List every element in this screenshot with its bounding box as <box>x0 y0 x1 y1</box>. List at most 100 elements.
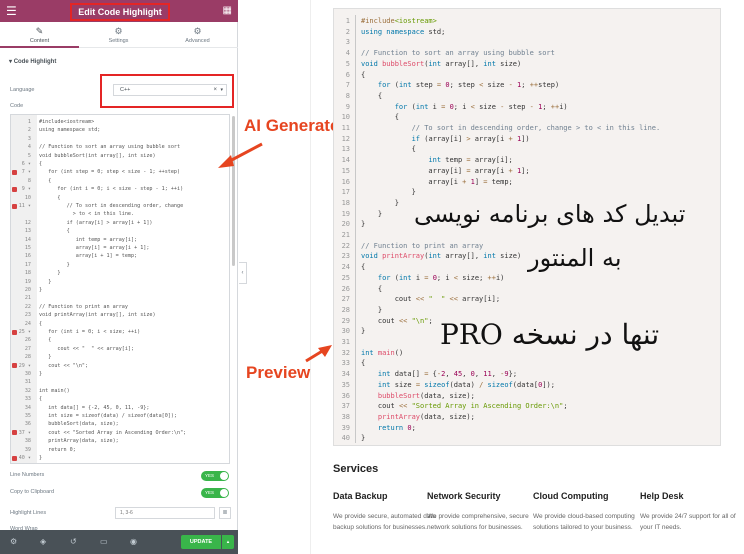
code-line[interactable]: 25 ▾ for (int i = 0; i < size; ++i) <box>11 328 229 336</box>
preview-code-text: // Function to sort an array using bubbl… <box>361 49 555 58</box>
preview-code-line: 12 if (array[i] > array[i + 1]) <box>334 134 720 145</box>
code-line[interactable]: 12 if (array[i] > array[i + 1]) <box>11 219 229 227</box>
dynamic-tags-icon[interactable]: ≣ <box>219 507 231 519</box>
hamburger-menu-icon[interactable]: ☰ <box>6 4 17 18</box>
preview-code-text: { <box>361 359 366 368</box>
highlight-lines-input[interactable] <box>115 507 215 519</box>
layers-icon[interactable]: ◈ <box>40 536 46 548</box>
code-line[interactable]: 34 int data[] = {-2, 45, 0, 11, -9}; <box>11 404 229 412</box>
code-line[interactable]: 32 int main() <box>11 387 229 395</box>
preview-code-text: { <box>361 284 383 293</box>
code-line[interactable]: 40 ▾} <box>11 454 229 462</box>
collapse-panel-icon[interactable]: ‹ <box>239 262 247 284</box>
settings-icon[interactable]: ⚙ <box>10 536 17 548</box>
code-line[interactable]: 17 } <box>11 261 229 269</box>
code-line[interactable]: 35 int size = sizeof(data) / sizeof(data… <box>11 412 229 420</box>
service-title: Cloud Computing <box>533 491 609 501</box>
code-line[interactable]: 21 <box>11 294 229 302</box>
code-line[interactable]: 30} <box>11 370 229 378</box>
panel-scrollbar[interactable] <box>232 116 235 266</box>
update-button[interactable]: UPDATE <box>181 535 221 549</box>
clear-icon[interactable]: × <box>213 85 217 95</box>
persian-text-line3: تنها در نسخه PRO <box>440 318 660 351</box>
tab-settings[interactable]: ⚙ Settings <box>79 22 158 48</box>
copy-clipboard-toggle[interactable]: YES <box>201 488 229 498</box>
preview-code-text: int size = sizeof(data) / sizeof(data[0]… <box>377 380 555 389</box>
service-cloud-computing: Cloud Computing We provide cloud-based c… <box>533 490 637 533</box>
preview-eye-icon[interactable]: ◉ <box>130 536 137 548</box>
line-number: 40 ▾ <box>18 455 31 461</box>
language-value: C++ <box>120 87 131 93</box>
language-select[interactable]: C++ × ▾ <box>113 84 227 96</box>
code-line[interactable]: 6 ▾ { <box>11 160 229 168</box>
code-line[interactable]: 15 array[i] = array[i + 1]; <box>11 244 229 252</box>
history-icon[interactable]: ↺ <box>70 536 77 548</box>
preview-line-number: 11 <box>341 124 350 132</box>
line-number: 10 <box>24 194 31 201</box>
responsive-icon[interactable]: ▭ <box>100 536 108 548</box>
line-number: 22 <box>24 303 31 310</box>
code-text: { <box>39 337 52 344</box>
code-line[interactable]: 18 } <box>11 269 229 277</box>
code-line[interactable]: 24 { <box>11 320 229 328</box>
code-line[interactable]: 4 // Function to sort an array using bubb… <box>11 143 229 151</box>
chevron-down-icon[interactable]: ▾ <box>220 85 223 95</box>
toggle-text: YES <box>205 473 215 478</box>
code-line[interactable]: 8 { <box>11 177 229 185</box>
preview-line-number: 12 <box>341 134 350 143</box>
preview-code-line: 22 // Function to print an array <box>334 241 720 252</box>
code-line[interactable]: 26 { <box>11 336 229 344</box>
code-line[interactable]: 22 // Function to print an array <box>11 303 229 311</box>
code-line[interactable]: 10 { <box>11 194 229 202</box>
preview-code-line: 15 array[i] = array[i + 1]; <box>334 166 720 177</box>
line-numbers-row: Line Numbers YES <box>0 469 238 483</box>
code-line[interactable]: 31 <box>11 378 229 386</box>
preview-code-line: 34 int data[] = {-2, 45, 0, 11, -9}; <box>334 369 720 380</box>
code-line[interactable]: 29 ▾ cout << "\n"; <box>11 362 229 370</box>
preview-line-number: 17 <box>341 188 350 197</box>
line-number: 18 <box>24 270 31 277</box>
code-line[interactable]: 16 array[i + 1] = temp; <box>11 252 229 260</box>
preview-code-text: int temp = array[i]; <box>428 156 513 165</box>
code-editor[interactable]: 1 #include<iostream> 2 using namespace std;… <box>10 114 230 464</box>
code-line[interactable]: 9 ▾ for (int i = 0; i < size - step - 1;… <box>11 185 229 193</box>
preview-code-line: 38 printArray(data, size); <box>334 412 720 423</box>
code-line[interactable]: 11 ▾ // To sort in descending order, cha… <box>11 202 229 210</box>
code-line[interactable]: 3 <box>11 135 229 143</box>
section-code-highlight[interactable]: ▾ Code Highlight <box>0 55 238 69</box>
code-line[interactable]: 33 { <box>11 395 229 403</box>
preview-line-number: 4 <box>345 49 350 58</box>
code-line[interactable]: 23 void printArray(int array[], int size) <box>11 311 229 319</box>
code-line[interactable]: 36 bubbleSort(data, size); <box>11 420 229 428</box>
code-text: // To sort in descending order, change <box>39 203 184 209</box>
preview-code-text: bubbleSort(data, size); <box>377 391 475 400</box>
tab-advanced[interactable]: ⚙ Advanced <box>158 22 237 48</box>
preview-line-number: 35 <box>341 380 350 389</box>
code-line[interactable]: 14 int temp = array[i]; <box>11 236 229 244</box>
code-line[interactable]: > to < in this line. <box>11 210 229 218</box>
code-line[interactable]: 2 using namespace std; <box>11 126 229 134</box>
service-title: Data Backup <box>333 491 388 501</box>
code-line[interactable]: 38 printArray(data, size); <box>11 437 229 445</box>
code-text: if (array[i] > array[i + 1]) <box>39 219 153 226</box>
line-numbers-toggle[interactable]: YES <box>201 471 229 481</box>
line-number: 25 ▾ <box>18 329 31 335</box>
code-line[interactable]: 7 ▾ for (int step = 0; step < size - 1; … <box>11 168 229 176</box>
widgets-grid-icon[interactable]: ▦ <box>223 4 232 18</box>
preview-code-text: array[i] = array[i + 1]; <box>361 166 530 175</box>
code-line[interactable]: 5 void bubbleSort(int array[], int size) <box>11 152 229 160</box>
preview-code-line: 33 { <box>334 358 720 369</box>
code-line[interactable]: 39 return 0; <box>11 446 229 454</box>
line-number: 2 <box>27 127 31 134</box>
tab-content[interactable]: ✎ Content <box>0 22 79 48</box>
code-line[interactable]: 1 #include<iostream> <box>11 118 229 126</box>
code-line[interactable]: 19 } <box>11 278 229 286</box>
code-line[interactable]: 37 ▾ cout << "Sorted Array in Ascending … <box>11 429 229 437</box>
code-line[interactable]: 27 cout << " " << array[i]; <box>11 345 229 353</box>
code-line[interactable]: 13 { <box>11 227 229 235</box>
code-line[interactable]: 28 } <box>11 353 229 361</box>
preview-code-line: 40} <box>334 433 720 444</box>
code-line[interactable]: 20} <box>11 286 229 294</box>
preview-line-number: 37 <box>341 402 350 411</box>
update-options-caret-icon[interactable]: ▴ <box>222 535 234 549</box>
